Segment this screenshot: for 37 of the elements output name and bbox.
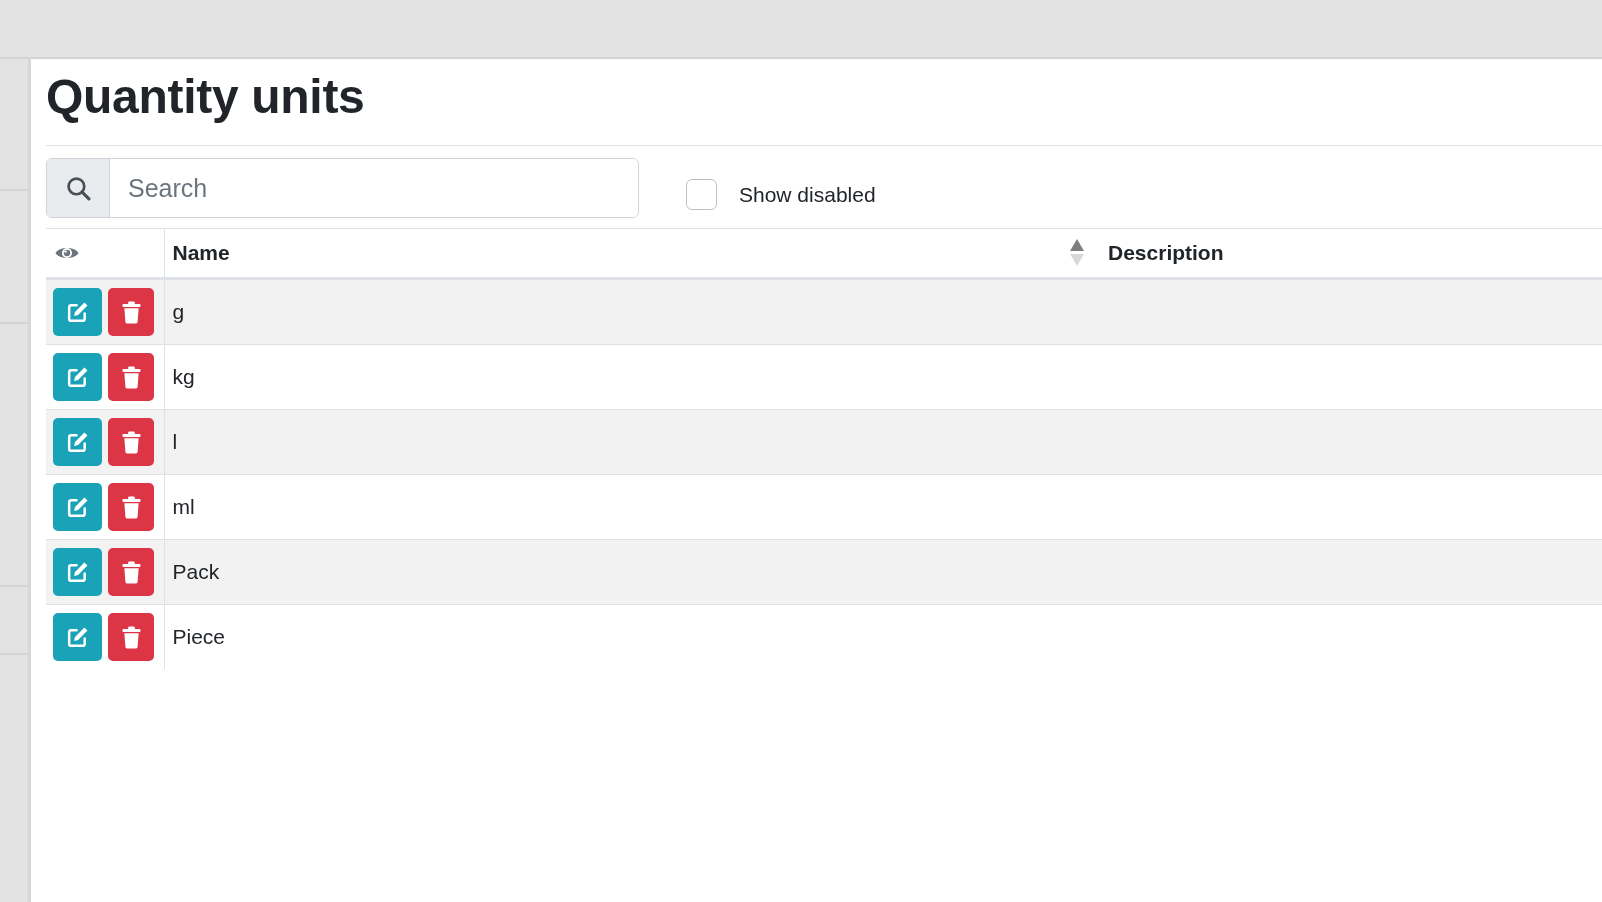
delete-button[interactable] <box>108 483 154 531</box>
delete-button[interactable] <box>108 613 154 661</box>
edit-icon <box>66 560 89 584</box>
page-title: Quantity units <box>46 69 365 125</box>
edit-button[interactable] <box>53 418 102 466</box>
delete-button[interactable] <box>108 288 154 336</box>
trash-icon <box>121 560 141 584</box>
edit-icon <box>66 430 89 454</box>
trash-icon <box>121 430 141 454</box>
trash-icon <box>121 625 141 649</box>
edit-button[interactable] <box>53 483 102 531</box>
table-cell: ml <box>164 474 1100 540</box>
table-cell: Piece <box>164 604 1100 669</box>
edit-icon <box>66 495 89 519</box>
search-field[interactable]: Search <box>46 158 639 218</box>
delete-button[interactable] <box>108 353 154 401</box>
column-header[interactable]: Name <box>172 241 230 265</box>
table-cell: kg <box>164 344 1100 410</box>
eye-icon[interactable] <box>55 245 79 261</box>
delete-button[interactable] <box>108 418 154 466</box>
edit-icon <box>66 365 89 389</box>
trash-icon <box>121 495 141 519</box>
edit-button[interactable] <box>53 613 102 661</box>
edit-icon <box>66 300 89 324</box>
table-cell: g <box>164 278 1100 345</box>
sort-icon[interactable] <box>1070 239 1084 267</box>
edit-icon <box>66 625 89 649</box>
trash-icon <box>121 365 141 389</box>
edit-button[interactable] <box>53 353 102 401</box>
trash-icon <box>121 300 141 324</box>
search-icon <box>65 175 91 201</box>
column-header[interactable]: Description <box>1108 241 1224 265</box>
edit-button[interactable] <box>53 548 102 596</box>
delete-button[interactable] <box>108 548 154 596</box>
table-cell: Pack <box>164 539 1100 605</box>
edit-button[interactable] <box>53 288 102 336</box>
table-cell: l <box>164 409 1100 475</box>
